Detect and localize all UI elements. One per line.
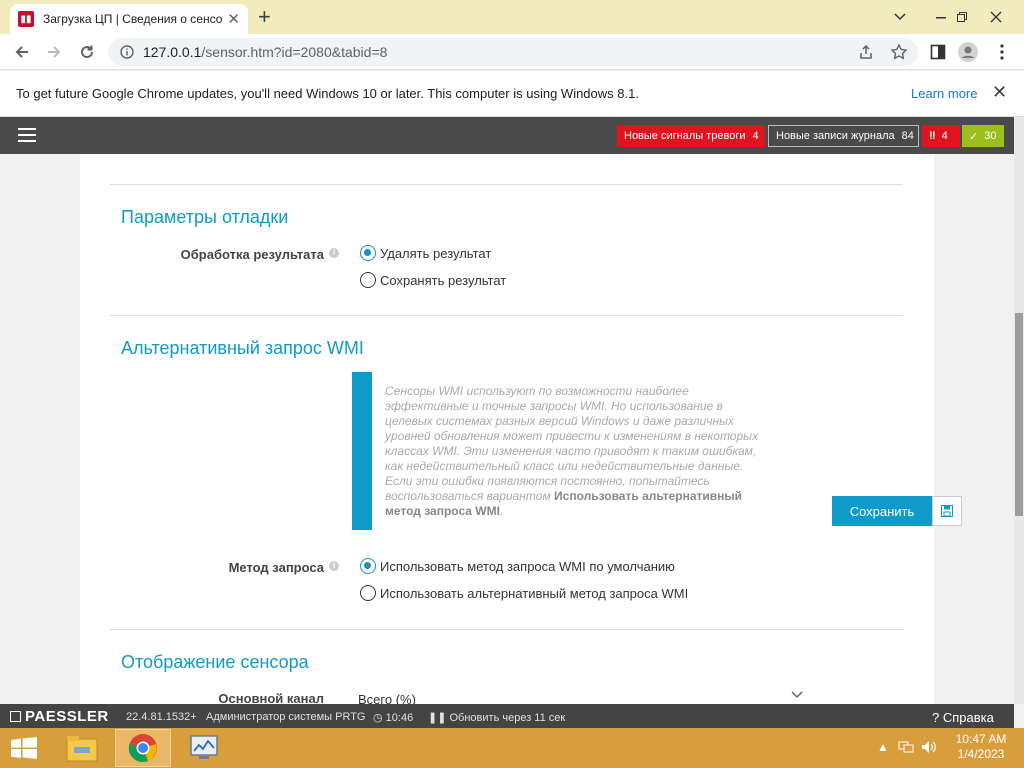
query-method-label: Метод запроса [228,560,324,575]
radio-button-selected[interactable] [360,558,376,574]
user-name[interactable]: Администратор системы PRTG [206,711,365,723]
radio-alternative-wmi[interactable]: Использовать альтернативный метод запрос… [360,585,688,601]
divider [110,315,903,316]
radio-default-wmi[interactable]: Использовать метод запроса WMI по умолча… [360,558,675,574]
url-text: 127.0.0.1/sensor.htm?id=2080&tabid=8 [143,44,388,60]
paessler-logo[interactable]: PAESSLER [10,708,109,725]
ok-sensors-badge[interactable]: ✓ 30 [962,125,1004,147]
help-link[interactable]: ? Справка [932,710,994,725]
menu-kebab-icon[interactable] [992,42,1012,62]
forward-icon[interactable] [44,42,64,62]
debug-section-title: Параметры отладки [121,207,289,227]
browser-tab[interactable]: ▮▮ Загрузка ЦП | Сведения о сенсо ✕ [10,4,248,34]
sensor-display-section-title: Отображение сенсора [121,652,309,672]
network-icon[interactable] [898,740,914,754]
share-icon[interactable] [858,44,874,60]
result-handling-label: Обработка результата [180,247,324,262]
error-exclamation-icon: ‼ [929,130,936,142]
chevron-down-icon[interactable] [791,691,803,699]
prtg-header-bar: Новые сигналы тревоги 4 Новые записи жур… [0,117,1014,154]
hamburger-menu-icon[interactable] [18,128,36,142]
bookmark-star-icon[interactable] [890,43,908,61]
note-text: Сенсоры WMI используют по возможности на… [385,384,758,518]
version-text: 22.4.81.1532+ [126,711,197,723]
new-alarms-count: 4 [752,130,759,142]
new-log-count: 84 [901,130,914,142]
site-info-icon[interactable] [120,45,134,59]
radio-discard-result[interactable]: Удалять результат [360,245,491,261]
new-alarms-badge[interactable]: Новые сигналы тревоги 4 [617,125,765,147]
question-icon: ? [932,710,940,725]
radio-store-result[interactable]: Сохранять результат [360,272,506,288]
info-icon[interactable]: i [329,248,339,258]
address-bar[interactable]: 127.0.0.1/sensor.htm?id=2080&tabid=8 [108,38,918,66]
new-log-entries-badge[interactable]: Новые записи журнала 84 [768,125,919,147]
ok-check-icon: ✓ [969,130,979,143]
clock-time: ◷ 10:46 [373,712,414,724]
radio-label: Использовать метод запроса WMI по умолча… [380,558,675,574]
learn-more-link[interactable]: Learn more [911,86,977,101]
error-sensors-badge[interactable]: ‼ 4 [922,125,960,147]
prtg-monitor-icon[interactable] [176,729,232,767]
file-explorer-icon[interactable] [54,729,110,767]
radio-label: Использовать альтернативный метод запрос… [380,585,689,601]
divider [110,629,903,630]
primary-channel-select[interactable]: Всего (%) [358,692,416,704]
floppy-disk-icon[interactable] [932,496,962,526]
close-window-icon[interactable] [976,0,1016,34]
scrollbar-thumb[interactable] [1015,313,1023,516]
clock-time: 10:47 AM [955,732,1007,746]
divider [110,184,903,185]
note-accent-bar [352,372,372,530]
wmi-info-note: Сенсоры WMI используют по возможности на… [352,372,762,530]
clock-icon: ◷ [373,712,383,724]
reload-icon[interactable] [77,42,97,62]
refresh-timer[interactable]: ❚❚ Обновить через 11 сек [428,711,565,724]
ok-count: 30 [984,130,997,142]
radio-label: Сохранять результат [380,272,507,288]
new-tab-icon[interactable]: + [258,5,271,29]
tab-search-icon[interactable] [880,0,920,34]
browser-tab-strip: ▮▮ Загрузка ЦП | Сведения о сенсо ✕ + [0,0,1024,34]
clock-date: 1/4/2023 [957,747,1005,761]
pause-icon: ❚❚ [428,712,447,724]
chrome-taskbar-icon[interactable] [115,729,171,767]
settings-card: Параметры отладки Обработка результата i… [80,154,962,704]
side-panel-icon[interactable] [928,42,948,62]
radio-label: Удалять результат [380,245,492,261]
tray-chevron-up-icon[interactable]: ▲ [877,740,889,754]
radio-button[interactable] [360,585,376,601]
system-clock[interactable]: 10:47 AM 1/4/2023 [950,732,1012,762]
paessler-logo-icon [10,711,21,722]
prtg-favicon-icon: ▮▮ [18,11,34,27]
update-infobar: To get future Google Chrome updates, you… [0,71,1024,117]
primary-channel-label: Основной канал [218,691,324,704]
prtg-footer: PAESSLER 22.4.81.1532+ Администратор сис… [0,704,1014,728]
back-icon[interactable] [12,42,32,62]
close-infobar-icon[interactable]: ✕ [992,82,1007,103]
save-button[interactable]: Сохранить [832,496,932,526]
tab-title: Загрузка ЦП | Сведения о сенсо [43,12,223,26]
volume-icon[interactable] [921,740,937,754]
infobar-message: To get future Google Chrome updates, you… [16,86,639,101]
error-count: 4 [941,130,948,142]
wmi-section-title: Альтернативный запрос WMI [121,338,364,358]
new-alarms-label: Новые сигналы тревоги [624,130,746,142]
close-tab-icon[interactable]: ✕ [227,10,240,28]
new-log-label: Новые записи журнала [776,130,895,142]
page-content: Параметры отладки Обработка результата i… [0,154,1014,704]
radio-button-selected[interactable] [360,245,376,261]
radio-button[interactable] [360,272,376,288]
windows-start-icon[interactable] [10,737,38,759]
info-icon[interactable]: i [329,561,339,571]
browser-toolbar: 127.0.0.1/sensor.htm?id=2080&tabid=8 [0,34,1024,70]
windows-taskbar: ▲ 10:47 AM 1/4/2023 [0,728,1024,768]
profile-avatar-icon[interactable] [958,42,978,62]
